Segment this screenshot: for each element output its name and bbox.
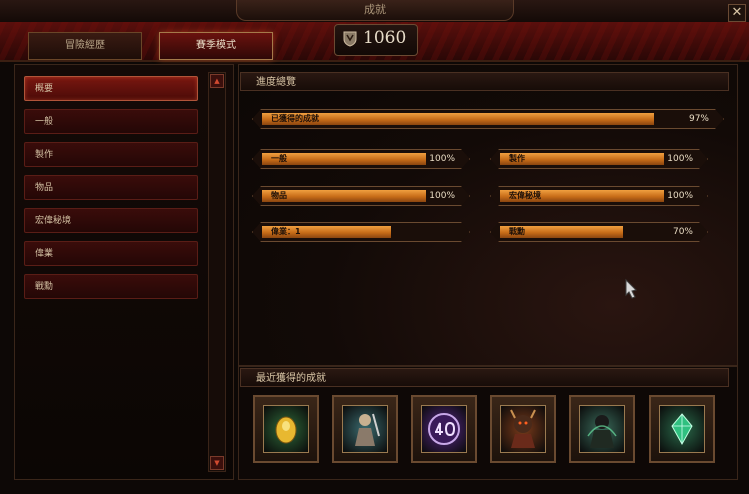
- window-title: 成就: [236, 0, 514, 21]
- warrior-icon: [342, 405, 388, 453]
- progress-percent: 70%: [672, 227, 693, 237]
- category-progress-items: 物品 100%: [252, 186, 470, 206]
- progress-header: 進度總覽: [240, 72, 729, 91]
- sidebar-item-summary[interactable]: 概要: [24, 76, 198, 101]
- overall-progress-bar: 已獲得的成就 97%: [252, 109, 724, 129]
- tab-adventure[interactable]: 冒險經歷: [28, 32, 142, 60]
- sidebar-scrollbar[interactable]: [208, 72, 226, 472]
- shield-icon: [343, 31, 357, 47]
- recent-header: 最近獲得的成就: [240, 368, 729, 387]
- green-crystal-icon: [659, 405, 705, 453]
- progress-fill: [262, 113, 654, 125]
- scroll-down-button[interactable]: ▼: [210, 456, 224, 470]
- tab-season[interactable]: 賽季模式: [159, 32, 273, 60]
- sidebar-item-feats[interactable]: 偉業: [24, 241, 198, 266]
- progress-label: 製作: [509, 154, 525, 163]
- dark-figure-icon: [579, 405, 625, 453]
- forty-medallion-icon: [421, 405, 467, 453]
- category-progress-greater-rifts: 宏偉秘境 100%: [490, 186, 708, 206]
- sidebar-item-crafting[interactable]: 製作: [24, 142, 198, 167]
- achievement-score: 1060: [334, 24, 418, 56]
- demon-lord-icon: [500, 405, 546, 453]
- recent-achievement-6[interactable]: [649, 395, 715, 463]
- progress-percent: 100%: [667, 154, 693, 164]
- sidebar-item-general[interactable]: 一般: [24, 109, 198, 134]
- recent-achievement-3[interactable]: [411, 395, 477, 463]
- category-progress-crafting: 製作 100%: [490, 149, 708, 169]
- progress-label: 一般: [271, 154, 287, 163]
- progress-label: 已獲得的成就: [271, 114, 319, 123]
- progress-label: 戰勳: [509, 227, 525, 236]
- recent-achievement-1[interactable]: [253, 395, 319, 463]
- category-progress-feats: 偉業：1: [252, 222, 470, 242]
- recent-achievement-5[interactable]: [569, 395, 635, 463]
- close-button[interactable]: ✕: [728, 4, 746, 22]
- golden-egg-icon: [263, 405, 309, 453]
- progress-percent: 100%: [429, 154, 455, 164]
- sidebar-item-battle[interactable]: 戰勳: [24, 274, 198, 299]
- category-progress-general: 一般 100%: [252, 149, 470, 169]
- recent-achievement-2[interactable]: [332, 395, 398, 463]
- recent-achievement-4[interactable]: [490, 395, 556, 463]
- progress-percent: 100%: [429, 191, 455, 201]
- gauntlet-cursor-icon: [625, 278, 637, 299]
- score-value: 1060: [363, 28, 407, 48]
- progress-percent: 97%: [688, 114, 709, 124]
- sidebar-item-items[interactable]: 物品: [24, 175, 198, 200]
- progress-label: 偉業：1: [271, 227, 301, 236]
- category-progress-battle: 戰勳 70%: [490, 222, 708, 242]
- sidebar-item-greater-rifts[interactable]: 宏偉秘境: [24, 208, 198, 233]
- progress-label: 宏偉秘境: [509, 191, 541, 200]
- progress-percent: 100%: [667, 191, 693, 201]
- scroll-up-button[interactable]: ▲: [210, 74, 224, 88]
- progress-label: 物品: [271, 191, 287, 200]
